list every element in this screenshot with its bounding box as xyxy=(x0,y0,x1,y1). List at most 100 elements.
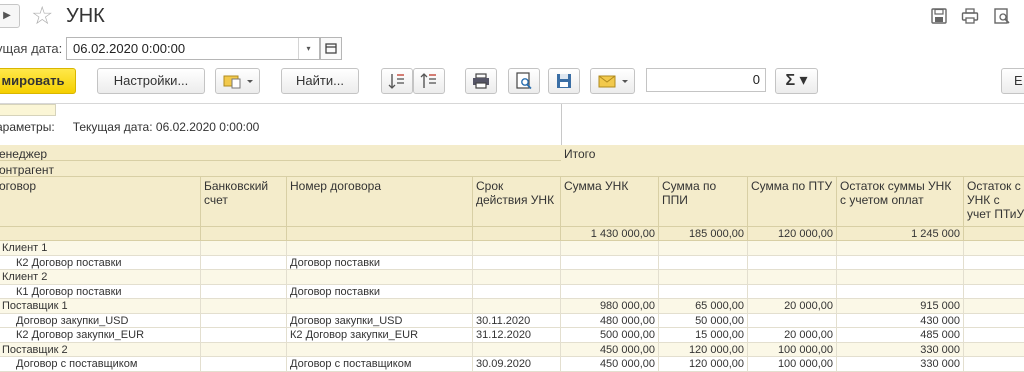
report-splitter[interactable] xyxy=(561,104,562,148)
table-cell: Клиент 1 xyxy=(0,241,201,256)
table-cell: 120 000,00 xyxy=(659,357,748,372)
total-cell xyxy=(0,227,201,241)
sort-descending-button[interactable] xyxy=(413,68,445,94)
forward-nav-button[interactable]: ▶ xyxy=(0,4,20,28)
column-header: оговор xyxy=(0,177,201,227)
column-header: Остаток с УНК с учет ПТиУ xyxy=(964,177,1024,227)
find-button[interactable]: Найти... xyxy=(281,68,359,94)
table-cell xyxy=(748,270,837,285)
report-area: араметры: Текущая дата: 06.02.2020 0:00:0… xyxy=(0,103,1024,372)
calendar-button[interactable] xyxy=(320,37,342,60)
table-cell xyxy=(964,313,1024,328)
table-cell: 120 000,00 xyxy=(659,342,748,357)
table-cell xyxy=(748,241,837,256)
sum-menu-button[interactable]: Σ ▾ xyxy=(775,68,818,94)
table-cell xyxy=(748,284,837,299)
column-header: Срок действия УНК xyxy=(473,177,561,227)
table-cell: Поставщик 1 xyxy=(0,299,201,314)
table-cell: Договор с поставщиком xyxy=(0,357,201,372)
column-header: Сумма по ППИ xyxy=(659,177,748,227)
envelope-icon xyxy=(598,75,628,88)
print-preview-button[interactable] xyxy=(508,68,540,94)
save-disk-icon[interactable] xyxy=(930,8,948,24)
column-header: Банковский счет xyxy=(201,177,287,227)
report-parameters-line: араметры: Текущая дата: 06.02.2020 0:00:0… xyxy=(0,120,259,134)
table-cell: 980 000,00 xyxy=(561,299,659,314)
total-cell: 185 000,00 xyxy=(659,227,748,241)
table-cell xyxy=(964,299,1024,314)
table-cell: 330 000 xyxy=(837,357,964,372)
table-cell: К2 Договор закупки_EUR xyxy=(0,328,201,343)
column-header: Номер договора xyxy=(287,177,473,227)
print-button[interactable] xyxy=(465,68,497,94)
print-icon[interactable] xyxy=(961,8,979,24)
table-cell xyxy=(287,241,473,256)
variants-menu-button[interactable] xyxy=(215,68,260,94)
table-cell xyxy=(659,241,748,256)
dropdown-arrow-icon[interactable]: ▾ xyxy=(298,38,318,59)
save-button[interactable] xyxy=(548,68,580,94)
report-corner-cell xyxy=(0,104,56,116)
table-cell: Поставщик 2 xyxy=(0,342,201,357)
table-cell: К1 Договор поставки xyxy=(0,284,201,299)
total-cell: 120 000,00 xyxy=(748,227,837,241)
print-preview-icon xyxy=(516,72,532,90)
table-cell xyxy=(964,241,1024,256)
table-cell xyxy=(659,284,748,299)
table-cell xyxy=(287,270,473,285)
settings-button[interactable]: Настройки... xyxy=(97,68,205,94)
printer-icon xyxy=(473,73,489,89)
more-button[interactable]: E xyxy=(1001,68,1024,94)
total-cell: 1 430 000,00 xyxy=(561,227,659,241)
table-cell xyxy=(561,270,659,285)
table-cell xyxy=(201,313,287,328)
table-cell: Клиент 2 xyxy=(0,270,201,285)
table-cell xyxy=(837,241,964,256)
table-cell xyxy=(561,255,659,270)
sort-descending-icon xyxy=(420,73,436,88)
play-icon: ▶ xyxy=(3,10,11,21)
preview-icon[interactable] xyxy=(993,8,1011,24)
table-cell xyxy=(473,241,561,256)
table-cell xyxy=(201,270,287,285)
table-cell xyxy=(473,255,561,270)
column-header: Остаток суммы УНК с учетом оплат xyxy=(837,177,964,227)
cell-value-field[interactable]: 0 xyxy=(646,68,766,92)
table-cell: 15 000,00 xyxy=(659,328,748,343)
sort-ascending-button[interactable] xyxy=(381,68,413,94)
total-cell: 1 245 000 xyxy=(837,227,964,241)
send-email-button[interactable] xyxy=(590,68,635,94)
date-field[interactable]: 06.02.2020 0:00:00 xyxy=(66,37,320,60)
table-cell xyxy=(201,241,287,256)
table-cell: 30.09.2020 xyxy=(473,357,561,372)
table-cell xyxy=(473,284,561,299)
table-cell xyxy=(837,255,964,270)
table-cell: 100 000,00 xyxy=(748,357,837,372)
favorite-star-icon[interactable]: ☆ xyxy=(31,2,53,30)
group-header-manager: енеджер xyxy=(0,145,562,161)
table-cell: К2 Договор закупки_EUR xyxy=(287,328,473,343)
floppy-disk-icon xyxy=(557,74,571,88)
table-cell xyxy=(837,284,964,299)
total-cell xyxy=(201,227,287,241)
table-cell xyxy=(561,284,659,299)
total-cell xyxy=(964,227,1024,241)
table-cell: 915 000 xyxy=(837,299,964,314)
table-cell: 50 000,00 xyxy=(659,313,748,328)
table-cell xyxy=(964,328,1024,343)
table-cell xyxy=(201,255,287,270)
table-cell xyxy=(287,299,473,314)
table-cell xyxy=(201,284,287,299)
table-cell xyxy=(201,328,287,343)
table-cell: Договор с поставщиком xyxy=(287,357,473,372)
table-cell xyxy=(659,270,748,285)
date-label: ущая дата: xyxy=(0,41,63,56)
table-cell xyxy=(964,284,1024,299)
table-cell: 65 000,00 xyxy=(659,299,748,314)
table-cell: 485 000 xyxy=(837,328,964,343)
table-cell xyxy=(473,299,561,314)
generate-button[interactable]: мировать xyxy=(0,68,76,94)
table-cell xyxy=(837,270,964,285)
table-cell xyxy=(964,255,1024,270)
table-cell xyxy=(964,342,1024,357)
